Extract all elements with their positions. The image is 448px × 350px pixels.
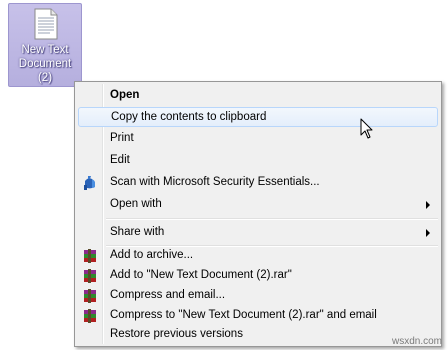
menu-item-label: Open with	[110, 198, 162, 210]
menu-item-share-with[interactable]: Share with	[78, 223, 438, 243]
desktop-file-label-line: Document	[18, 58, 72, 70]
winrar-icon	[84, 269, 96, 283]
security-essentials-icon	[84, 176, 95, 190]
desktop-file-label-line: New Text	[21, 44, 69, 56]
mouse-pointer-icon	[360, 118, 373, 139]
desktop-file-label: New Text Document (2)	[9, 43, 81, 85]
menu-item-compress-and-email[interactable]: Compress and email...	[78, 286, 438, 306]
menu-item-copy-to-clipboard[interactable]: Copy the contents to clipboard	[78, 107, 438, 127]
menu-item-label: Edit	[110, 154, 130, 166]
menu-item-restore-previous-versions[interactable]: Restore previous versions	[78, 325, 438, 345]
menu-item-label: Compress to "New Text Document (2).rar" …	[110, 309, 377, 321]
menu-item-print[interactable]: Print	[78, 129, 438, 149]
winrar-icon	[84, 249, 96, 263]
winrar-icon	[84, 309, 96, 323]
menu-item-add-to-rar[interactable]: Add to "New Text Document (2).rar"	[78, 266, 438, 286]
desktop-file-icon[interactable]: New Text Document (2)	[8, 3, 82, 87]
watermark: wsxdn.com	[391, 336, 442, 347]
menu-item-label: Scan with Microsoft Security Essentials.…	[110, 176, 320, 188]
menu-item-label: Add to archive...	[110, 249, 194, 261]
menu-item-label: Print	[110, 132, 134, 144]
menu-item-label: Restore previous versions	[110, 328, 243, 340]
submenu-arrow-icon	[426, 229, 430, 237]
menu-item-add-to-archive[interactable]: Add to archive...	[78, 246, 438, 266]
menu-item-compress-to-rar-and-email[interactable]: Compress to "New Text Document (2).rar" …	[78, 306, 438, 326]
menu-item-label: Share with	[110, 226, 165, 238]
context-menu: Open Copy the contents to clipboard Prin…	[74, 81, 442, 347]
menu-item-scan-security-essentials[interactable]: Scan with Microsoft Security Essentials.…	[78, 173, 438, 193]
menu-item-label: Add to "New Text Document (2).rar"	[110, 269, 292, 281]
winrar-icon	[84, 289, 96, 303]
menu-item-open-with[interactable]: Open with	[78, 195, 438, 215]
text-file-icon	[34, 8, 58, 40]
menu-separator	[106, 218, 438, 220]
menu-item-open[interactable]: Open	[78, 86, 438, 106]
menu-item-edit[interactable]: Edit	[78, 151, 438, 171]
menu-item-label: Open	[110, 89, 140, 101]
menu-item-label: Compress and email...	[110, 289, 226, 301]
desktop-file-label-line: (2)	[37, 72, 53, 84]
menu-item-label: Copy the contents to clipboard	[111, 111, 267, 123]
submenu-arrow-icon	[426, 201, 430, 209]
